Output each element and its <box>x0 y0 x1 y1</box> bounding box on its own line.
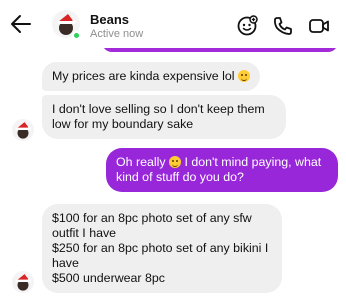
active-status: Active now <box>90 28 144 40</box>
smiling-face-emoji-icon <box>169 156 182 168</box>
add-sticker-icon[interactable] <box>236 15 258 37</box>
video-camera-icon[interactable] <box>308 15 330 37</box>
message-line: $250 for an 8pc photo set of any bikini … <box>52 241 269 270</box>
back-arrow-icon[interactable] <box>10 14 32 34</box>
message-text: Oh really <box>116 155 166 169</box>
chat-header: Beans Active now <box>0 0 346 48</box>
message-line: $500 underwear 8pc <box>52 271 165 285</box>
message-text: My prices are kinda expensive lol <box>52 69 235 83</box>
crying-laughing-emoji-icon <box>237 70 250 82</box>
online-indicator <box>72 31 81 40</box>
santa-hat-avatar-icon <box>15 122 31 139</box>
contact-name[interactable]: Beans <box>90 12 129 27</box>
message-line: $100 for an 8pc photo set of any sfw out… <box>52 211 252 240</box>
santa-hat-avatar-icon <box>15 274 31 291</box>
phone-icon[interactable] <box>272 15 294 37</box>
sender-avatar[interactable] <box>12 119 34 141</box>
message-incoming[interactable]: $100 for an 8pc photo set of any sfw out… <box>42 204 282 293</box>
message-incoming[interactable]: My prices are kinda expensive lol <box>42 62 260 91</box>
message-text: I don't love selling so I don't keep the… <box>52 102 265 131</box>
message-incoming[interactable]: I don't love selling so I don't keep the… <box>42 95 286 139</box>
message-outgoing[interactable]: Oh really I don't mind paying, what kind… <box>106 148 338 192</box>
sender-avatar[interactable] <box>12 271 34 293</box>
